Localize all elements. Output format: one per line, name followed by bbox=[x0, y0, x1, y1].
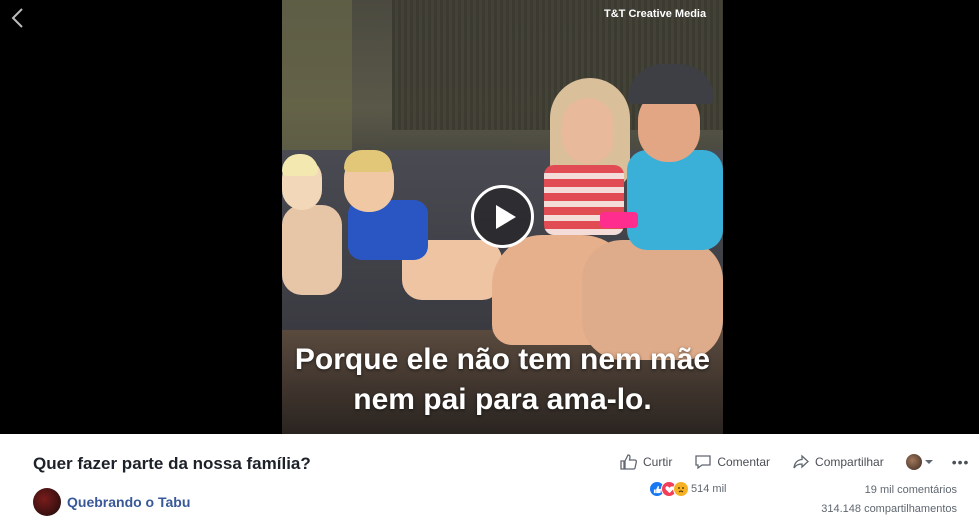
back-arrow-icon[interactable] bbox=[8, 6, 30, 30]
play-icon bbox=[496, 205, 516, 229]
video-frame-figure bbox=[282, 205, 342, 295]
video-subtitle: Porque ele não tem nem mãe nem pai para … bbox=[282, 340, 723, 420]
reactions-count: 514 mil bbox=[691, 483, 727, 495]
post-info-bar: Quer fazer parte da nossa família? Quebr… bbox=[0, 434, 979, 531]
reaction-icons bbox=[649, 481, 689, 497]
reactions-summary[interactable]: 514 mil bbox=[649, 481, 726, 497]
thumbs-up-icon bbox=[620, 454, 637, 470]
caret-down-icon bbox=[924, 460, 933, 464]
share-icon bbox=[793, 454, 809, 469]
shares-count-link[interactable]: 314.148 compartilhamentos bbox=[821, 500, 957, 519]
more-options-icon[interactable]: ••• bbox=[952, 454, 970, 470]
like-button[interactable]: Curtir bbox=[620, 453, 672, 471]
comments-count-link[interactable]: 19 mil comentários bbox=[821, 481, 957, 500]
subtitle-line: nem pai para ama-lo. bbox=[353, 383, 652, 416]
sad-icon bbox=[673, 481, 689, 497]
like-label: Curtir bbox=[643, 455, 673, 469]
user-avatar bbox=[905, 454, 922, 470]
post-title: Quer fazer parte da nossa família? bbox=[33, 454, 311, 473]
comment-icon bbox=[695, 455, 711, 470]
page-avatar[interactable] bbox=[33, 488, 61, 516]
engagement-stats: 19 mil comentários 314.148 compartilhame… bbox=[821, 481, 957, 519]
video-frame-figure bbox=[562, 98, 614, 164]
share-label: Compartilhar bbox=[815, 455, 884, 469]
share-as-selector[interactable] bbox=[905, 454, 934, 470]
comment-label: Comentar bbox=[717, 455, 771, 469]
play-button[interactable] bbox=[471, 185, 534, 248]
video-watermark: T&T Creative Media bbox=[604, 8, 707, 20]
comment-button[interactable]: Comentar bbox=[694, 453, 770, 471]
video-frame-background bbox=[282, 0, 352, 160]
share-button[interactable]: Compartilhar bbox=[792, 453, 884, 471]
video-stage: T&T Creative Media Porque ele não tem ne… bbox=[0, 0, 979, 434]
post-actions: Curtir Comentar Compartilhar ••• bbox=[620, 453, 969, 471]
video-frame-figure bbox=[600, 212, 638, 228]
page-info: Quebrando o Tabu bbox=[33, 488, 190, 516]
video-frame-figure bbox=[344, 150, 392, 172]
subtitle-line: Porque ele não tem nem mãe bbox=[294, 343, 711, 376]
page-name-link[interactable]: Quebrando o Tabu bbox=[67, 494, 190, 510]
video-player[interactable]: T&T Creative Media Porque ele não tem ne… bbox=[282, 0, 723, 434]
video-frame-figure bbox=[627, 150, 723, 250]
video-frame-figure bbox=[282, 154, 318, 176]
